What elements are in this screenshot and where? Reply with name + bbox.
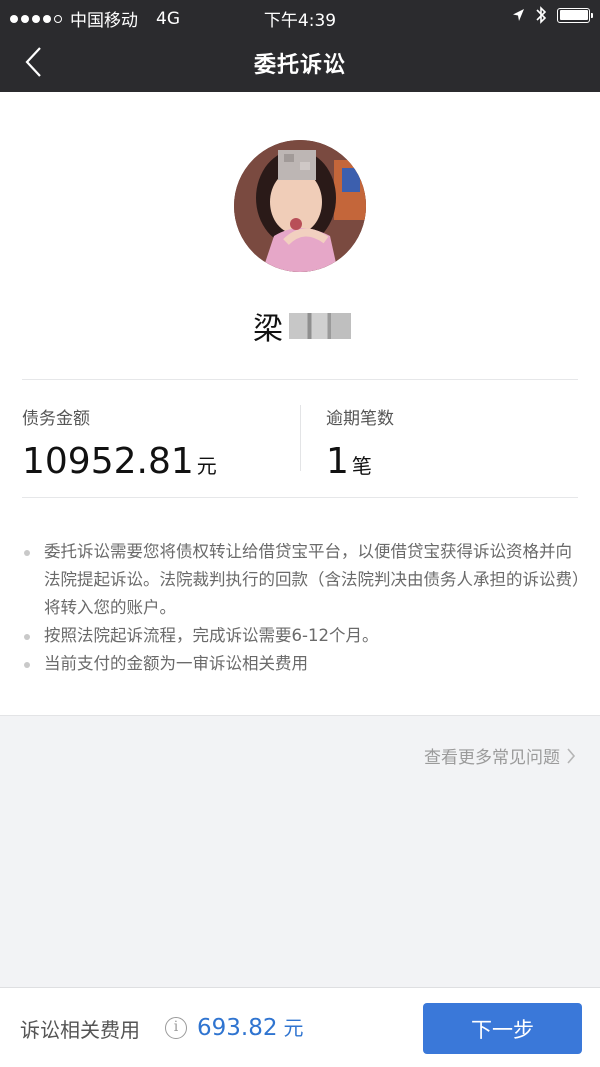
debtor-name-text: 梁 xyxy=(253,312,283,347)
overdue-count-value: 1 xyxy=(326,441,349,482)
name-mosaic xyxy=(289,313,351,339)
location-arrow-icon xyxy=(513,8,524,21)
note-item: 委托诉讼需要您将债权转让给借贷宝平台，以便借贷宝获得诉讼资格并向法院提起诉讼。法… xyxy=(24,538,584,622)
overdue-count-stat: 逾期笔数 1 笔 xyxy=(326,404,394,482)
note-item: 按照法院起诉流程，完成诉讼需要6-12个月。 xyxy=(24,622,584,650)
bluetooth-icon xyxy=(536,6,547,24)
debt-amount-unit: 元 xyxy=(196,454,217,478)
debt-amount-value: 10952.81 xyxy=(22,441,194,482)
note-item: 当前支付的金额为一审诉讼相关费用 xyxy=(24,650,584,678)
info-circle-icon[interactable]: i xyxy=(165,1017,187,1039)
debt-amount-stat: 债务金额 10952.81 元 xyxy=(22,404,217,482)
status-bar: 中国移动 4G 下午4:39 xyxy=(0,0,600,32)
fee-label: 诉讼相关费用 xyxy=(20,1018,140,1042)
overdue-count-unit: 笔 xyxy=(351,454,372,478)
page-title: 委托诉讼 xyxy=(253,53,346,78)
fee-amount-value: 693.82 xyxy=(197,1015,278,1041)
fee-amount-unit: 元 xyxy=(283,1016,304,1040)
divider xyxy=(22,497,578,498)
faq-link-label: 查看更多常见问题 xyxy=(424,748,560,768)
chevron-right-icon xyxy=(567,747,576,764)
avatar-photo xyxy=(234,140,366,272)
avatar xyxy=(234,140,366,272)
debt-amount-label: 债务金额 xyxy=(22,409,90,429)
debtor-name: 梁 xyxy=(253,304,351,348)
overdue-count-label: 逾期笔数 xyxy=(326,409,394,429)
stat-divider xyxy=(300,405,301,471)
nav-bar: 委托诉讼 xyxy=(0,32,600,92)
battery-icon xyxy=(557,7,593,23)
payment-footer: 诉讼相关费用 i 693.82 元 下一步 xyxy=(0,987,600,1067)
status-time: 下午4:39 xyxy=(263,11,337,31)
divider xyxy=(22,379,578,380)
faq-link[interactable]: 查看更多常见问题 xyxy=(424,743,576,768)
debt-summary-card: 梁 债务金额 10952.81 元 逾期笔数 1 笔 委托诉讼需要您将债权转让给… xyxy=(0,92,600,716)
next-step-button[interactable]: 下一步 xyxy=(423,1003,582,1054)
fee-amount: 693.82 元 xyxy=(197,1012,303,1041)
notes-list: 委托诉讼需要您将债权转让给借贷宝平台，以便借贷宝获得诉讼资格并向法院提起诉讼。法… xyxy=(24,538,584,678)
status-right xyxy=(512,5,593,25)
